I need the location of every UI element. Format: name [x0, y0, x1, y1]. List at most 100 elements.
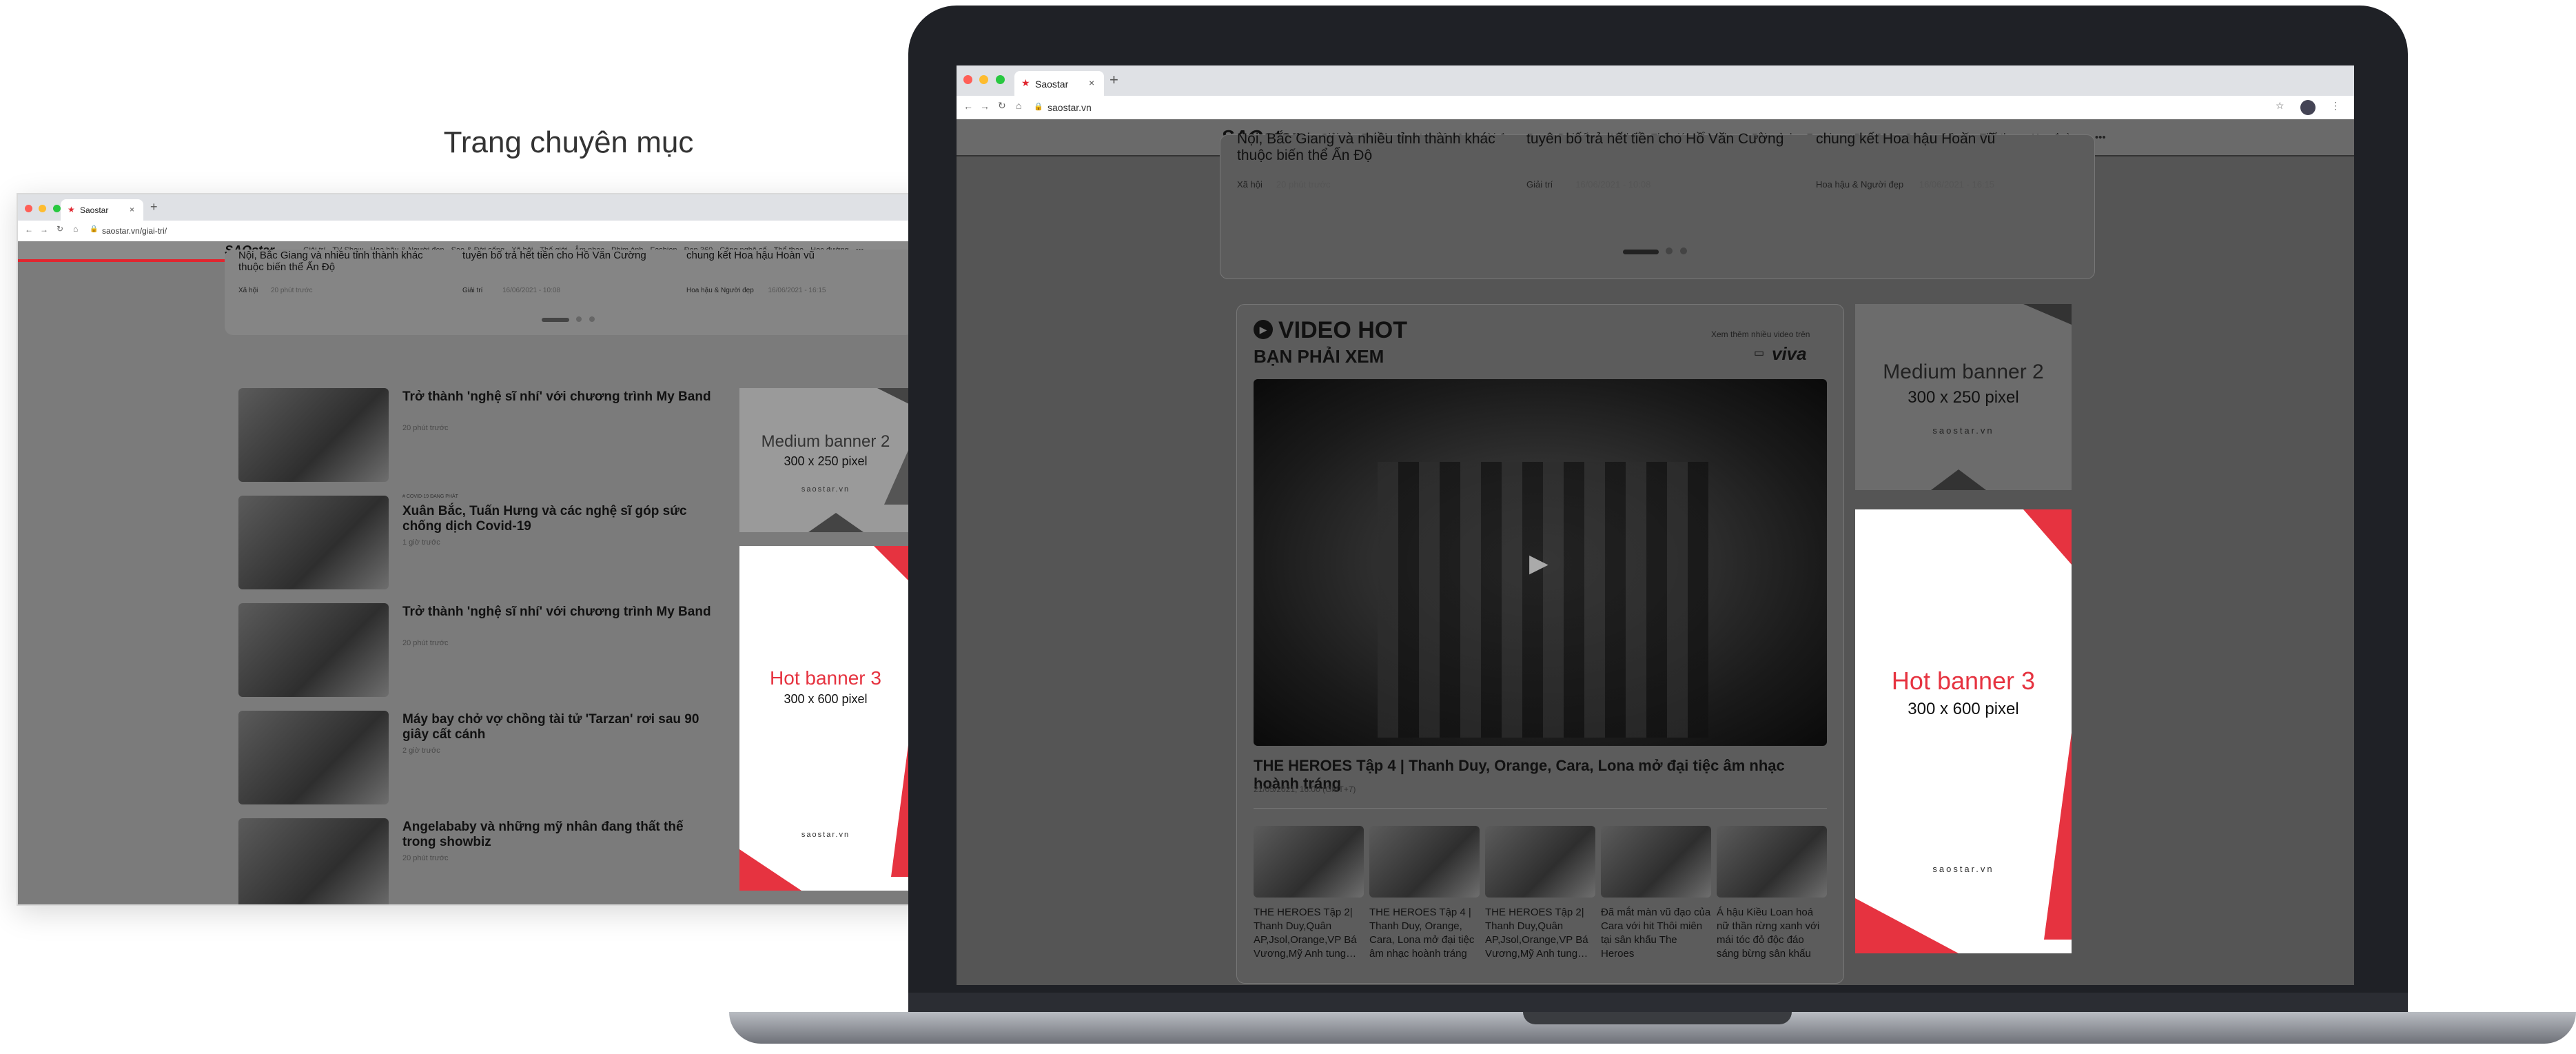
nav-item[interactable]: •••: [2095, 132, 2106, 143]
article-tag[interactable]: # COVID-19 ĐANG PHÁT: [402, 494, 458, 499]
minimize-window-button[interactable]: [39, 205, 47, 212]
article-thumbnail[interactable]: [238, 388, 389, 482]
article-title[interactable]: Trở thành 'nghệ sĩ nhí' với chương trình…: [402, 605, 719, 620]
video-hot-section: ▶ VIDEO HOT BẠN PHẢI XEM Xem thêm nhiều …: [1236, 304, 1844, 984]
close-tab-icon[interactable]: ×: [130, 205, 134, 214]
article-thumbnail[interactable]: [238, 818, 389, 904]
featured-card-strip: Nội, Bắc Giang và nhiều tỉnh thành khác …: [225, 250, 914, 335]
video-thumbnail[interactable]: [1254, 826, 1364, 898]
card-category[interactable]: Xã hội: [238, 287, 258, 294]
bookmark-star-icon[interactable]: ☆: [2276, 100, 2284, 112]
main-video-player[interactable]: ▶: [1254, 379, 1827, 746]
video-thumb-title[interactable]: Á hậu Kiều Loan hoá nữ thần rừng xanh vớ…: [1717, 906, 1827, 961]
card-title[interactable]: tuyên bố trả hết tiền cho Hồ Văn Cường: [1526, 131, 1802, 148]
close-tab-icon[interactable]: ×: [1089, 77, 1094, 88]
card-time[interactable]: 20 phút trước: [1276, 179, 1331, 190]
divider: [1254, 808, 1827, 809]
video-thumbnail[interactable]: [1601, 826, 1711, 898]
article-thumbnail[interactable]: [238, 711, 389, 804]
card-time[interactable]: 16/06/2021 - 10:08: [502, 287, 560, 294]
banner-title: Hot banner 3: [1891, 667, 2036, 695]
article-thumbnail[interactable]: [238, 496, 389, 589]
back-arrow-icon[interactable]: ←: [963, 101, 973, 112]
more-menu-icon[interactable]: ⋮: [2331, 100, 2340, 112]
video-thumbnail[interactable]: [1485, 826, 1595, 898]
banner-title: Hot banner 3: [770, 667, 881, 689]
card-title[interactable]: Nội, Bắc Giang và nhiều tỉnh thành khác …: [1237, 131, 1513, 164]
card-title[interactable]: chung kết Hoa hậu Hoàn vũ: [1816, 131, 2092, 148]
article-title[interactable]: Trở thành 'nghệ sĩ nhí' với chương trình…: [402, 389, 719, 405]
maximize-window-button[interactable]: [995, 75, 1005, 84]
card-title[interactable]: Nội, Bắc Giang và nhiều tỉnh thành khác …: [238, 250, 449, 273]
new-tab-icon[interactable]: +: [1110, 71, 1118, 89]
profile-avatar[interactable]: [2300, 100, 2316, 115]
card-category[interactable]: Xã hội: [1237, 179, 1263, 190]
lock-icon: 🔒: [1034, 103, 1043, 111]
laptop-hinge: [908, 993, 2408, 1013]
video-thumb-title[interactable]: Đã mắt màn vũ đạo của Cara với hit Thôi …: [1601, 906, 1711, 961]
card-category[interactable]: Hoa hậu & Người đẹp: [1816, 179, 1903, 190]
medium-banner-ad[interactable]: Medium banner 2 300 x 250 pixel saostar.…: [739, 388, 912, 532]
card-category[interactable]: Giải trí: [1526, 179, 1553, 190]
browser-tab[interactable]: ★ Saostar ×: [1014, 71, 1104, 96]
video-thumb-title[interactable]: THE HEROES Tập 2| Thanh Duy,Quân AP,Jsol…: [1485, 906, 1595, 961]
maximize-window-button[interactable]: [52, 205, 61, 212]
medium-banner-ad[interactable]: Medium banner 2 300 x 250 pixel saostar.…: [1855, 304, 2072, 490]
minimize-window-button[interactable]: [979, 75, 989, 84]
browser-tab[interactable]: ★ Saostar ×: [61, 199, 143, 221]
hot-banner-ad[interactable]: Hot banner 3 300 x 600 pixel saostar.vn: [739, 546, 912, 891]
tab-title: Saostar: [80, 205, 109, 215]
video-thumb-title[interactable]: THE HEROES Tập 2| Thanh Duy,Quân AP,Jsol…: [1254, 906, 1364, 961]
video-subheading: BẠN PHẢI XEM: [1254, 346, 1384, 367]
reload-icon[interactable]: ↻: [57, 224, 63, 234]
article-thumbnail[interactable]: [238, 603, 389, 697]
card-time[interactable]: 16/06/2021 - 10:08: [1575, 179, 1650, 190]
article-time[interactable]: 20 phút trước: [402, 854, 449, 862]
close-window-button[interactable]: [963, 75, 972, 84]
main-video-time: 21/05/2021, 16:00 (GMT+7): [1254, 784, 1356, 794]
article-time[interactable]: 20 phút trước: [402, 424, 449, 432]
video-thumbnail[interactable]: [1717, 826, 1827, 898]
more-videos-link[interactable]: Xem thêm nhiều video trên: [1711, 330, 1810, 339]
url-field[interactable]: saostar.vn: [1047, 102, 1092, 113]
article-title[interactable]: Xuân Bắc, Tuấn Hưng và các nghệ sĩ góp s…: [402, 504, 719, 534]
url-field[interactable]: saostar.vn/giai-tri/: [102, 226, 167, 236]
card-time[interactable]: 16/06/2021 - 16:15: [768, 287, 826, 294]
article-title[interactable]: Máy bay chở vợ chồng tài tử 'Tarzan' rơi…: [402, 712, 719, 742]
close-window-button[interactable]: [25, 205, 32, 212]
card-title[interactable]: tuyên bố trả hết tiền cho Hồ Văn Cường: [462, 250, 673, 261]
forward-arrow-icon[interactable]: →: [980, 101, 990, 112]
forward-arrow-icon[interactable]: →: [40, 225, 48, 234]
back-arrow-icon[interactable]: ←: [25, 225, 33, 234]
featured-card-strip: Nội, Bắc Giang và nhiều tỉnh thành khác …: [1220, 131, 2095, 279]
video-thumbnail[interactable]: [1369, 826, 1480, 898]
reload-icon[interactable]: ↻: [998, 100, 1006, 112]
carousel-dots[interactable]: [542, 313, 595, 325]
address-bar: ← → ↻ ⌂ 🔒 saostar.vn ☆ ⋮: [957, 96, 2354, 120]
article-time[interactable]: 20 phút trước: [402, 639, 449, 647]
article-title[interactable]: Angelababy và những mỹ nhân đang thất th…: [402, 820, 719, 850]
viva-logo: viva: [1772, 343, 1807, 364]
home-icon[interactable]: ⌂: [1016, 100, 1021, 111]
home-icon[interactable]: ⌂: [73, 224, 78, 234]
video-heading: VIDEO HOT: [1278, 317, 1408, 343]
card-category[interactable]: Hoa hậu & Người đẹp: [686, 287, 754, 294]
article-time[interactable]: 2 giờ trước: [402, 747, 440, 755]
card-category[interactable]: Giải trí: [462, 287, 482, 294]
play-circle-icon: ▶: [1254, 320, 1273, 339]
banner-site: saostar.vn: [801, 831, 850, 839]
hot-banner-ad[interactable]: Hot banner 3 300 x 600 pixel saostar.vn: [1855, 509, 2072, 953]
card-title[interactable]: chung kết Hoa hậu Hoàn vũ: [686, 250, 897, 261]
window-controls: [25, 203, 61, 216]
carousel-dots[interactable]: [1623, 245, 1687, 258]
play-icon[interactable]: ▶: [1529, 549, 1548, 578]
banner-site: saostar.vn: [1932, 864, 1994, 874]
youtube-icon: ▭: [1754, 347, 1765, 359]
article-time[interactable]: 1 giờ trước: [402, 538, 440, 547]
video-thumb-title[interactable]: THE HEROES Tập 4 | Thanh Duy, Orange, Ca…: [1369, 906, 1480, 961]
favicon-star-icon: ★: [68, 205, 75, 214]
new-tab-icon[interactable]: +: [150, 200, 158, 214]
video-frame: [1378, 462, 1708, 738]
card-time[interactable]: 16/06/2021 - 16:15: [1919, 179, 1994, 190]
card-time[interactable]: 20 phút trước: [271, 287, 313, 294]
